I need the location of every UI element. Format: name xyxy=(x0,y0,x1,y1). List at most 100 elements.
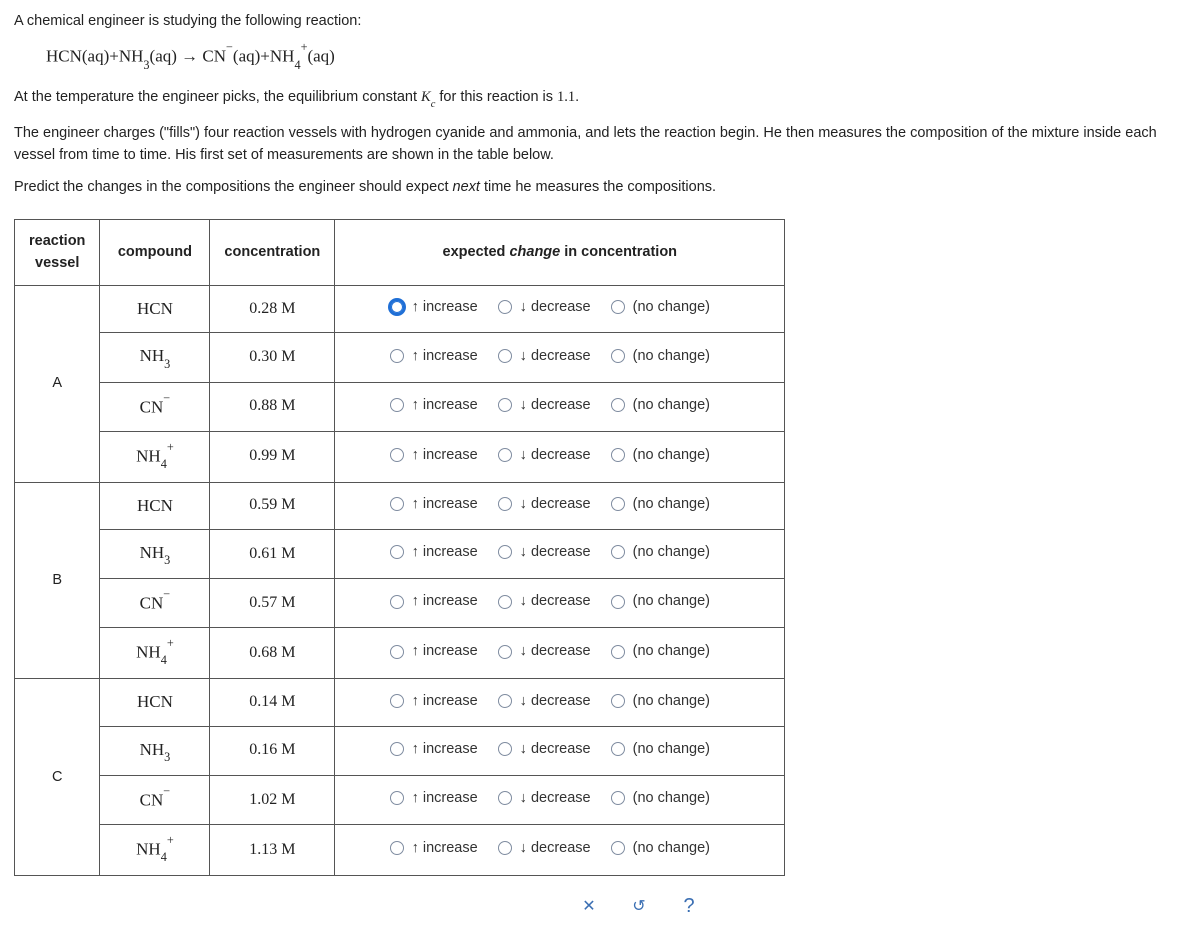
header-compound: compound xyxy=(100,219,210,285)
radio-label: ↓ decrease xyxy=(520,837,591,859)
vessel-cell: A xyxy=(15,285,100,482)
radio-icon[interactable] xyxy=(611,742,625,756)
radio-icon[interactable] xyxy=(498,791,512,805)
table-row: AHCN0.28 M↑ increase↓ decrease(no change… xyxy=(15,285,785,332)
radio-option-increase[interactable]: ↑ increase xyxy=(390,787,478,809)
help-icon[interactable]: ? xyxy=(674,894,704,920)
radio-option-increase[interactable]: ↑ increase xyxy=(390,541,478,563)
radio-option-increase[interactable]: ↑ increase xyxy=(390,640,478,662)
radio-icon[interactable] xyxy=(611,694,625,708)
radio-option-no-change[interactable]: (no change) xyxy=(611,738,710,760)
radio-icon[interactable] xyxy=(390,497,404,511)
concentration-cell: 0.28 M xyxy=(210,285,335,332)
radio-option-decrease[interactable]: ↓ decrease xyxy=(498,493,591,515)
header-concentration: concentration xyxy=(210,219,335,285)
radio-icon[interactable] xyxy=(390,694,404,708)
radio-option-no-change[interactable]: (no change) xyxy=(611,541,710,563)
radio-icon[interactable] xyxy=(390,645,404,659)
radio-icon[interactable] xyxy=(498,497,512,511)
options-cell: ↑ increase ↓ decrease (no change) xyxy=(335,775,785,824)
radio-icon[interactable] xyxy=(390,841,404,855)
radio-icon[interactable] xyxy=(611,349,625,363)
radio-icon[interactable] xyxy=(390,545,404,559)
table-row: NH4+0.99 M↑ increase↓ decrease(no change… xyxy=(15,431,785,482)
radio-icon[interactable] xyxy=(611,300,625,314)
radio-icon[interactable] xyxy=(498,448,512,462)
radio-label: (no change) xyxy=(633,837,710,859)
radio-icon[interactable] xyxy=(611,841,625,855)
radio-option-decrease[interactable]: ↓ decrease xyxy=(498,837,591,859)
concentration-cell: 0.30 M xyxy=(210,333,335,382)
radio-label: (no change) xyxy=(633,590,710,612)
radio-icon[interactable] xyxy=(390,300,404,314)
radio-option-decrease[interactable]: ↓ decrease xyxy=(498,690,591,712)
radio-icon[interactable] xyxy=(611,791,625,805)
radio-option-increase[interactable]: ↑ increase xyxy=(390,394,478,416)
table-row: NH30.16 M↑ increase↓ decrease(no change) xyxy=(15,726,785,775)
radio-icon[interactable] xyxy=(498,349,512,363)
radio-option-decrease[interactable]: ↓ decrease xyxy=(498,738,591,760)
radio-option-no-change[interactable]: (no change) xyxy=(611,394,710,416)
radio-option-decrease[interactable]: ↓ decrease xyxy=(498,787,591,809)
radio-icon[interactable] xyxy=(390,595,404,609)
radio-option-decrease[interactable]: ↓ decrease xyxy=(498,590,591,612)
radio-option-increase[interactable]: ↑ increase xyxy=(390,493,478,515)
radio-icon[interactable] xyxy=(498,645,512,659)
radio-icon[interactable] xyxy=(611,645,625,659)
radio-icon[interactable] xyxy=(498,742,512,756)
radio-option-no-change[interactable]: (no change) xyxy=(611,345,710,367)
concentration-cell: 0.61 M xyxy=(210,529,335,578)
options-cell: ↑ increase ↓ decrease (no change) xyxy=(335,482,785,529)
radio-icon[interactable] xyxy=(611,545,625,559)
radio-icon[interactable] xyxy=(390,791,404,805)
radio-icon[interactable] xyxy=(498,595,512,609)
radio-icon[interactable] xyxy=(498,694,512,708)
radio-label: (no change) xyxy=(633,345,710,367)
paragraph-kc: At the temperature the engineer picks, t… xyxy=(14,86,1186,111)
radio-option-increase[interactable]: ↑ increase xyxy=(390,345,478,367)
radio-icon[interactable] xyxy=(390,398,404,412)
radio-option-increase[interactable]: ↑ increase xyxy=(390,690,478,712)
radio-label: ↑ increase xyxy=(412,394,478,416)
radio-icon[interactable] xyxy=(611,595,625,609)
table-row: NH30.61 M↑ increase↓ decrease(no change) xyxy=(15,529,785,578)
radio-option-no-change[interactable]: (no change) xyxy=(611,787,710,809)
radio-option-decrease[interactable]: ↓ decrease xyxy=(498,296,591,318)
radio-option-no-change[interactable]: (no change) xyxy=(611,837,710,859)
radio-label: ↓ decrease xyxy=(520,738,591,760)
radio-option-no-change[interactable]: (no change) xyxy=(611,690,710,712)
radio-option-increase[interactable]: ↑ increase xyxy=(390,590,478,612)
table-row: NH30.30 M↑ increase↓ decrease(no change) xyxy=(15,333,785,382)
radio-icon[interactable] xyxy=(390,448,404,462)
undo-icon[interactable]: ↺ xyxy=(624,894,654,920)
radio-option-decrease[interactable]: ↓ decrease xyxy=(498,640,591,662)
radio-icon[interactable] xyxy=(390,742,404,756)
close-icon[interactable]: ✕ xyxy=(574,894,604,920)
radio-option-increase[interactable]: ↑ increase xyxy=(390,738,478,760)
radio-option-decrease[interactable]: ↓ decrease xyxy=(498,345,591,367)
radio-icon[interactable] xyxy=(390,349,404,363)
radio-icon[interactable] xyxy=(611,448,625,462)
radio-option-increase[interactable]: ↑ increase xyxy=(390,444,478,466)
radio-icon[interactable] xyxy=(498,398,512,412)
table-row: NH4+0.68 M↑ increase↓ decrease(no change… xyxy=(15,628,785,679)
radio-option-decrease[interactable]: ↓ decrease xyxy=(498,541,591,563)
radio-option-no-change[interactable]: (no change) xyxy=(611,590,710,612)
radio-icon[interactable] xyxy=(498,841,512,855)
paragraph-predict: Predict the changes in the compositions … xyxy=(14,176,1186,198)
radio-label: ↓ decrease xyxy=(520,787,591,809)
radio-icon[interactable] xyxy=(498,300,512,314)
radio-option-no-change[interactable]: (no change) xyxy=(611,296,710,318)
radio-option-no-change[interactable]: (no change) xyxy=(611,640,710,662)
radio-icon[interactable] xyxy=(498,545,512,559)
radio-option-no-change[interactable]: (no change) xyxy=(611,444,710,466)
radio-option-increase[interactable]: ↑ increase xyxy=(390,296,478,318)
radio-option-no-change[interactable]: (no change) xyxy=(611,493,710,515)
radio-icon[interactable] xyxy=(611,497,625,511)
radio-icon[interactable] xyxy=(611,398,625,412)
radio-option-decrease[interactable]: ↓ decrease xyxy=(498,394,591,416)
radio-option-decrease[interactable]: ↓ decrease xyxy=(498,444,591,466)
kc-subscript: c xyxy=(431,99,436,110)
radio-option-increase[interactable]: ↑ increase xyxy=(390,837,478,859)
expected-em: change xyxy=(509,244,560,260)
